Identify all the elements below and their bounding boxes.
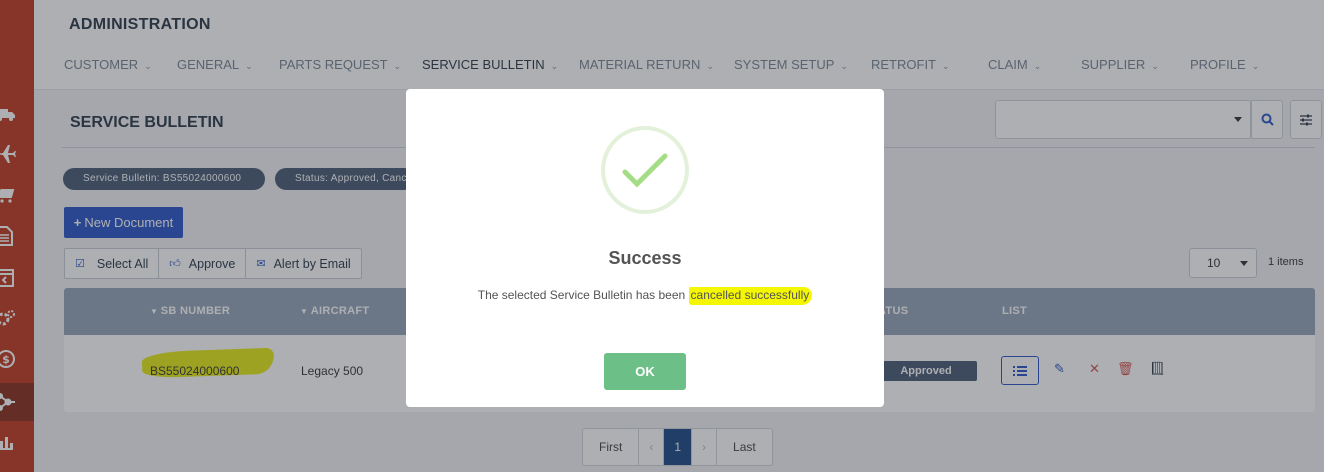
dialog-title: Success bbox=[608, 248, 682, 268]
ok-button[interactable]: OK bbox=[604, 353, 686, 390]
success-check-icon bbox=[601, 126, 689, 214]
message-text: The selected Service Bulletin has been bbox=[477, 288, 689, 302]
success-dialog: Success The selected Service Bulletin ha… bbox=[406, 89, 884, 407]
cell-sb-number[interactable]: BS55024000600 bbox=[150, 364, 239, 378]
dialog-message: The selected Service Bulletin has been c… bbox=[406, 287, 884, 305]
message-highlight: cancelled successfully bbox=[688, 287, 813, 305]
